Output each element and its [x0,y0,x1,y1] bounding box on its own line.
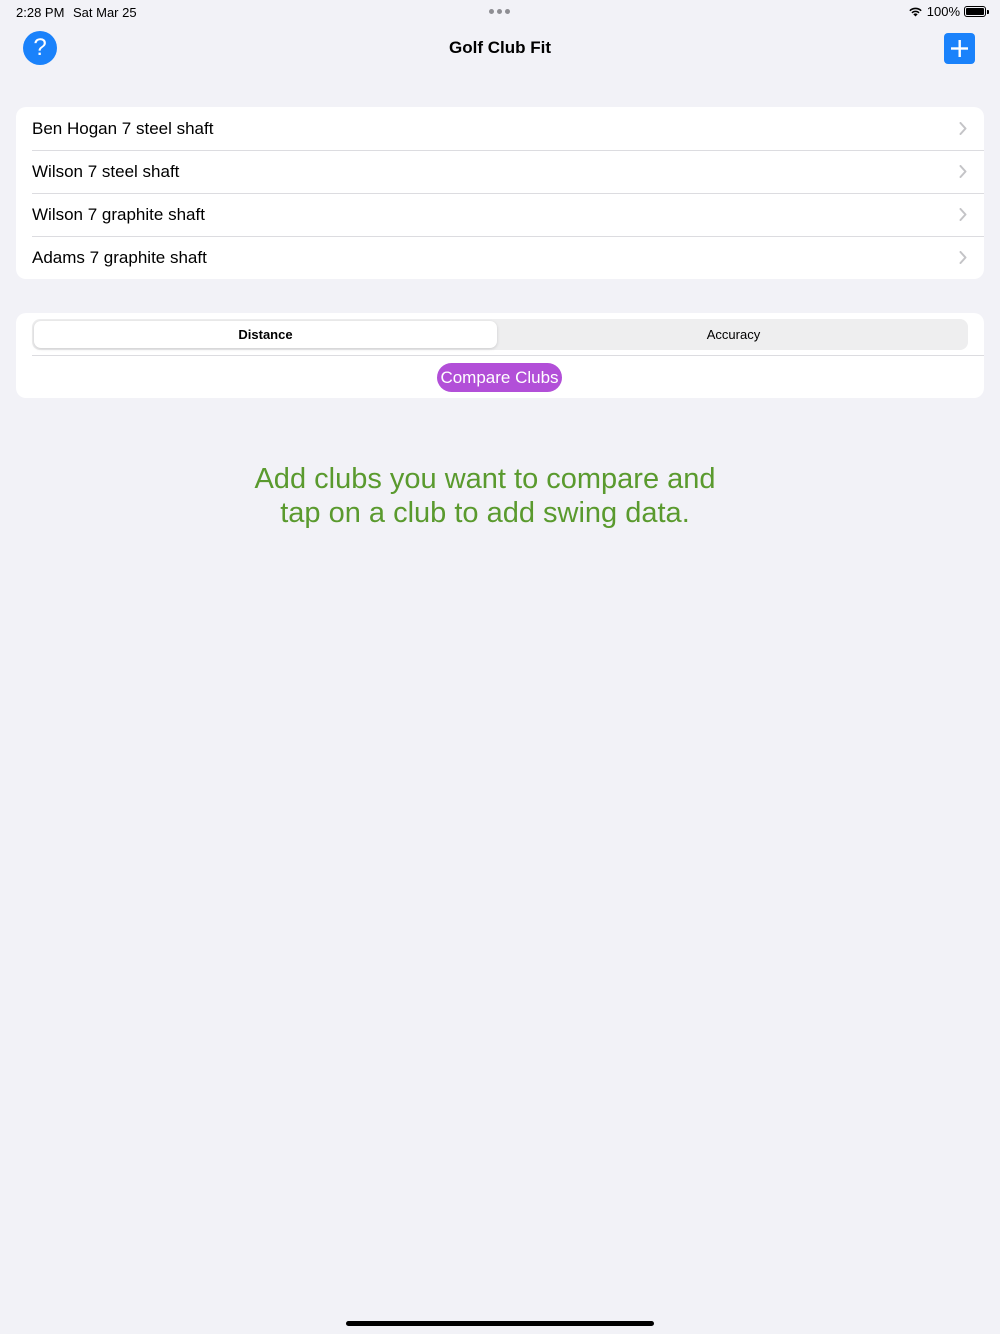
instructions-line-1: Add clubs you want to compare and [254,463,716,495]
club-row-wilson-7-steel[interactable]: Wilson 7 steel shaft [16,150,984,193]
add-club-button[interactable] [944,33,975,64]
instructions-text: Add clubs you want to compare and tap on… [0,462,970,530]
club-list: Ben Hogan 7 steel shaft Wilson 7 steel s… [16,107,984,279]
club-label: Wilson 7 steel shaft [32,161,180,181]
status-indicators: 100% [908,4,989,19]
home-indicator[interactable] [346,1321,654,1326]
status-time: 2:28 PM [16,5,65,20]
wifi-icon [909,7,922,17]
divider [32,355,984,356]
chevron-right-icon [959,208,967,221]
chevron-right-icon [959,165,967,178]
compare-clubs-button[interactable]: Compare Clubs [437,363,562,392]
battery-icon [964,6,989,17]
club-row-ben-hogan-7-steel[interactable]: Ben Hogan 7 steel shaft [16,107,984,150]
navigation-bar: ? Golf Club Fit [0,30,1000,66]
plus-icon [951,40,968,57]
club-label: Wilson 7 graphite shaft [32,204,205,224]
page-title: Golf Club Fit [449,38,551,57]
segment-accuracy[interactable]: Accuracy [499,319,968,350]
chevron-right-icon [959,251,967,264]
club-label: Ben Hogan 7 steel shaft [32,118,214,138]
status-date: Sat Mar 25 [73,5,137,20]
segment-distance[interactable]: Distance [32,319,499,350]
compare-card: Distance Accuracy Compare Clubs [16,313,984,398]
battery-percentage: 100% [926,4,960,19]
club-row-wilson-7-graphite[interactable]: Wilson 7 graphite shaft [16,193,984,236]
multitasking-dots-icon[interactable] [489,9,510,14]
instructions-line-2: tap on a club to add swing data. [280,497,690,529]
chevron-right-icon [959,122,967,135]
status-bar: 2:28 PM Sat Mar 25 100% [0,0,1000,24]
club-row-adams-7-graphite[interactable]: Adams 7 graphite shaft [16,236,984,279]
metric-segmented-control: Distance Accuracy [32,319,968,350]
club-label: Adams 7 graphite shaft [32,247,207,267]
